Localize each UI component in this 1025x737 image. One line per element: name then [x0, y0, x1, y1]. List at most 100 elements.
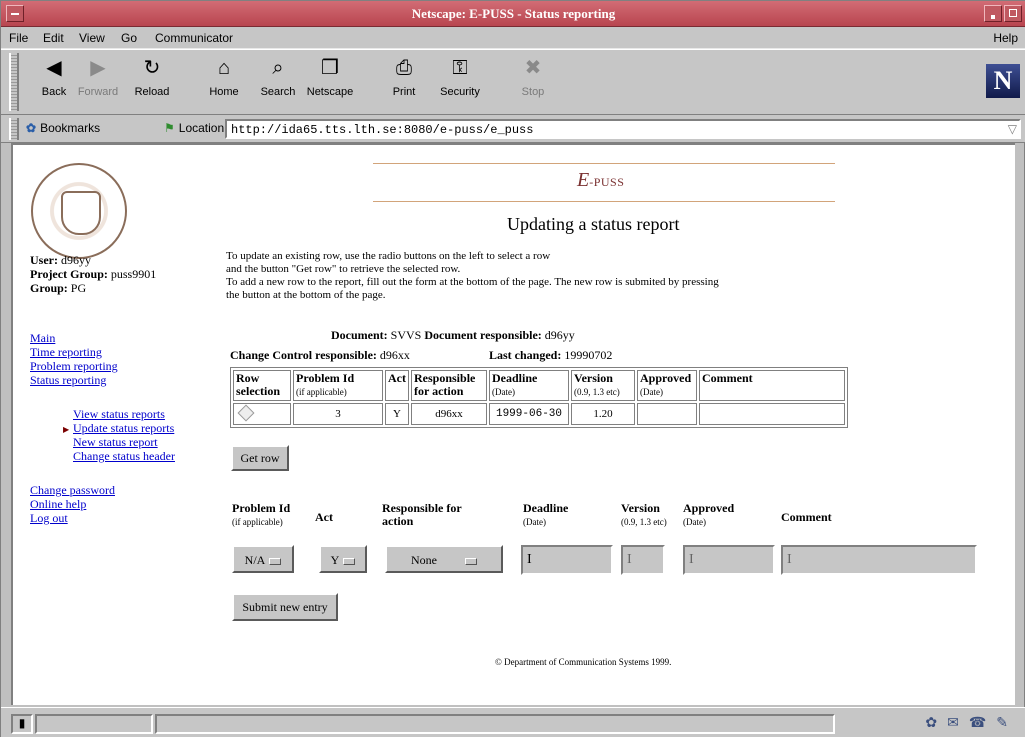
location-toolbar: ✿ Bookmarks ⚑ Location: http://ida65.tts.l…	[1, 115, 1025, 143]
column-header: Version (0.9, 1.3 etc)	[571, 370, 635, 401]
stop-icon: ✖	[524, 57, 542, 79]
toolbar-label: Stop	[521, 86, 545, 98]
security-lock-icon: ⚿	[452, 57, 468, 79]
nav-time-reporting-link[interactable]: Time reporting	[30, 345, 118, 359]
discussions-icon[interactable]: ☎	[969, 714, 996, 730]
version-input[interactable]: I	[621, 545, 665, 575]
window-title: Netscape: E-PUSS - Status reporting	[411, 6, 616, 21]
toolbar-grip[interactable]	[9, 53, 19, 111]
dropdown-indicator-icon	[465, 557, 477, 565]
nav-problem-reporting-link[interactable]: Problem reporting	[30, 359, 118, 373]
toolbar-label: Reload	[134, 86, 170, 98]
location-grip[interactable]	[9, 118, 19, 140]
page-proxy-icon[interactable]: ⚑	[164, 121, 175, 135]
online-help-link[interactable]: Online help	[30, 497, 115, 511]
menu-help[interactable]: Help	[993, 31, 1018, 45]
user-info: User: d96yy Project Group: puss9901 Grou…	[30, 253, 157, 295]
view-status-reports-link[interactable]: View status reports	[73, 407, 175, 421]
document-responsible: d96yy	[544, 328, 575, 342]
group: PG	[70, 281, 87, 295]
mail-icon[interactable]: ✉	[947, 714, 969, 730]
approved-input[interactable]: I	[683, 545, 775, 575]
location-label: ⚑ Location:	[164, 121, 228, 135]
account-nav: Change password Online help Log out	[30, 483, 115, 525]
bookmarks-button[interactable]: ✿ Bookmarks	[26, 121, 100, 135]
act-select[interactable]: Y	[319, 545, 367, 573]
submit-new-entry-button[interactable]: Submit new entry	[232, 593, 338, 621]
component-bar: ✿✉☎✎	[838, 714, 1018, 734]
instructions: To update an existing row, use the radio…	[226, 250, 719, 301]
stop-button[interactable]: ✖ Stop	[506, 56, 560, 98]
title-bar: Netscape: E-PUSS - Status reporting	[1, 1, 1025, 27]
column-header: Deadline (Date)	[489, 370, 569, 401]
nav-status-reporting-link[interactable]: Status reporting	[30, 373, 118, 387]
responsible-select[interactable]: None	[385, 545, 503, 573]
form-header-responsible: Responsible for action	[382, 501, 462, 528]
form-header-act: Act	[315, 510, 333, 524]
nav-main-link[interactable]: Main	[30, 331, 118, 345]
reload-button[interactable]: ↻ Reload	[125, 56, 179, 98]
menu-file[interactable]: File	[9, 31, 28, 45]
toolbar-label: Security	[440, 86, 480, 98]
change-status-header-link[interactable]: Change status header	[73, 449, 175, 463]
netscape-button[interactable]: ❐ Netscape	[303, 56, 357, 98]
home-button[interactable]: ⌂ Home	[197, 56, 251, 98]
user-name: d96yy	[60, 253, 91, 267]
row-select-radio[interactable]	[237, 404, 255, 421]
update-status-reports-link[interactable]: Update status reports	[63, 421, 175, 437]
home-icon: ⌂	[217, 57, 231, 79]
cell-comment	[699, 403, 845, 425]
netscape-logo[interactable]: N	[986, 64, 1020, 98]
toolbar-label: Netscape	[306, 86, 354, 98]
get-row-button[interactable]: Get row	[231, 445, 289, 471]
status-table: Row selection Problem Id (if applicable) Ac…	[230, 367, 848, 428]
main-nav: Main Time reporting Problem reporting St…	[30, 331, 118, 387]
column-header: Comment	[699, 370, 845, 401]
security-lock-icon[interactable]: ▮	[11, 714, 33, 734]
problem-id-select[interactable]: N/A	[232, 545, 294, 573]
column-header: Problem Id (if applicable)	[293, 370, 383, 401]
status-subnav: View status reports Update status report…	[63, 407, 175, 463]
print-button[interactable]: ⎙ Print	[377, 56, 431, 98]
minimize-button[interactable]	[984, 5, 1002, 22]
netscape-icon: ❐	[321, 57, 339, 79]
text-cursor-icon: I	[627, 552, 632, 567]
menu-communicator[interactable]: Communicator	[155, 31, 233, 45]
search-button[interactable]: ⌕ Search	[251, 56, 305, 98]
column-header: Approved (Date)	[637, 370, 697, 401]
bookmarks-label: Bookmarks	[40, 121, 101, 135]
navigator-icon[interactable]: ✿	[925, 714, 947, 730]
composer-icon[interactable]: ✎	[996, 714, 1018, 730]
form-header-problem-id: Problem Id (if applicable)	[232, 501, 291, 528]
menu-go[interactable]: Go	[121, 31, 137, 45]
change-password-link[interactable]: Change password	[30, 483, 115, 497]
print-icon: ⎙	[396, 57, 412, 79]
page-title: Updating a status report	[507, 214, 680, 234]
form-header-version: Version (0.9, 1.3 etc)	[621, 501, 667, 528]
location-dropdown-icon[interactable]: ▽	[1008, 122, 1017, 137]
cell-act: Y	[385, 403, 409, 425]
form-header-approved: Approved (Date)	[683, 501, 735, 528]
status-message	[155, 714, 835, 734]
document-name: SVVS	[390, 328, 422, 342]
comment-input[interactable]: I	[781, 545, 977, 575]
form-header-deadline: Deadline (Date)	[523, 501, 569, 528]
bookmarks-icon: ✿	[26, 121, 37, 135]
log-out-link[interactable]: Log out	[30, 511, 115, 525]
cell-deadline: 1999-06-30	[489, 403, 569, 425]
toolbar-label: Forward	[77, 86, 119, 98]
forward-button[interactable]: ▶ Forward	[71, 56, 125, 98]
deadline-input[interactable]: I	[521, 545, 613, 575]
column-header: Row selection	[233, 370, 291, 401]
new-status-report-link[interactable]: New status report	[73, 435, 175, 449]
progress-field	[35, 714, 153, 734]
menu-edit[interactable]: Edit	[43, 31, 64, 45]
location-input[interactable]: http://ida65.tts.lth.se:8080/e-puss/e_pu…	[225, 119, 1021, 139]
back-arrow-icon: ◀	[46, 57, 62, 79]
dropdown-indicator-icon	[269, 557, 282, 565]
security-button[interactable]: ⚿ Security	[433, 56, 487, 98]
menu-view[interactable]: View	[79, 31, 105, 45]
maximize-button[interactable]	[1004, 5, 1022, 22]
logo-rule-bottom	[373, 201, 835, 202]
cell-approved	[637, 403, 697, 425]
